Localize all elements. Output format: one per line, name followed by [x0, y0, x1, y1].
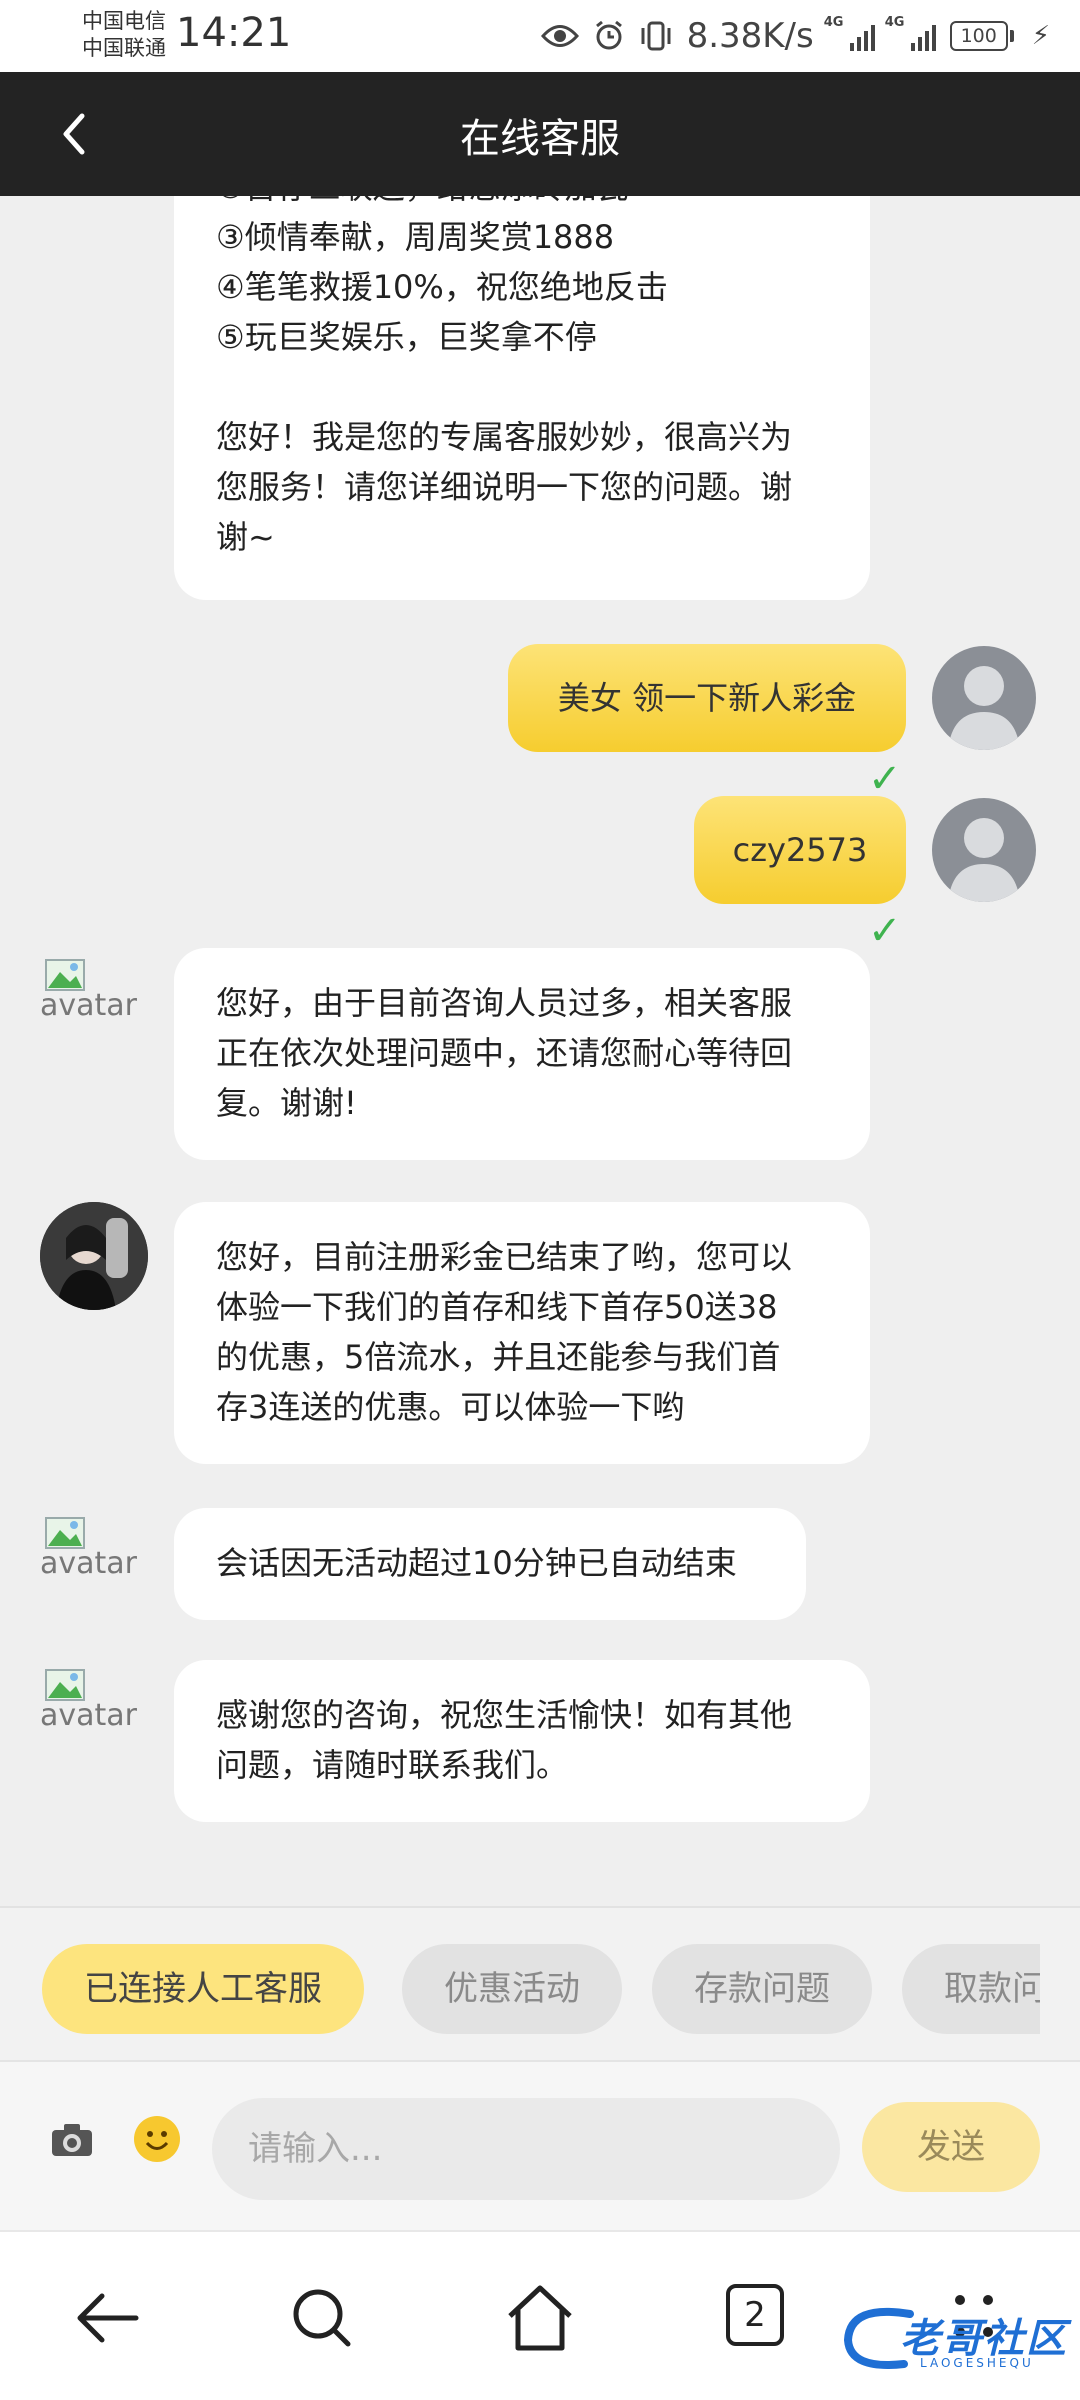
- status-time: 14:21: [176, 10, 292, 56]
- intro-line-7: 您服务！请您详细说明一下您的问题。谢: [216, 468, 793, 506]
- emoji-icon[interactable]: [134, 2116, 180, 2162]
- status-icons: 8.38K/s 4G 4G 100 ⚡: [540, 14, 1050, 58]
- nav-tabs-icon[interactable]: 2: [726, 2284, 784, 2346]
- signal-icon-2: 4G: [885, 15, 936, 51]
- signal-icon: 4G: [824, 15, 875, 51]
- intro-line-8: 谢~: [216, 518, 275, 556]
- bot-avatar-3: avatar: [40, 1662, 138, 1746]
- message-input[interactable]: [212, 2098, 840, 2200]
- signal-label: 4G: [823, 15, 844, 30]
- avatar-alt-text: avatar: [40, 988, 138, 1023]
- bot-message-1: 您好，由于目前咨询人员过多，相关客服 正在依次处理问题中，还请您耐心等待回 复。…: [174, 948, 870, 1160]
- chip-human-agent[interactable]: 已连接人工客服: [42, 1944, 364, 2034]
- agent1-line-1: 您好，目前注册彩金已结束了哟，您可以: [216, 1238, 793, 1276]
- user-message-1: 美女 领一下新人彩金: [508, 644, 906, 752]
- avatar-alt-text: avatar: [40, 1698, 138, 1733]
- bot-avatar-2: avatar: [40, 1510, 138, 1594]
- watermark-subtext: LAOGESHEQU: [920, 2356, 1034, 2370]
- user-message-2: czy2573: [694, 796, 906, 904]
- user-silhouette-icon: [948, 818, 1020, 902]
- quick-reply-bar[interactable]: 已连接人工客服 优惠活动 存款问题 取款问题: [0, 1906, 1080, 2060]
- bot-avatar-1: avatar: [40, 952, 138, 1036]
- send-button[interactable]: 发送: [862, 2102, 1040, 2192]
- carrier-2: 中国联通: [82, 36, 166, 60]
- carrier-1: 中国电信: [82, 9, 166, 33]
- avatar-alt-text: avatar: [40, 1546, 138, 1581]
- chat-area[interactable]: ②首存三联送，给您添砖加瓦 ③倾情奉献，周周奖赏1888 ④笔笔救援10%，祝您…: [0, 196, 1080, 1906]
- intro-line-4: ④笔笔救援10%，祝您绝地反击: [216, 268, 668, 306]
- user-silhouette-icon: [948, 666, 1020, 750]
- bot1-line-2: 正在依次处理问题中，还请您耐心等待回: [216, 1034, 793, 1072]
- alarm-icon: [595, 20, 622, 50]
- carrier-labels: 中国电信 中国联通: [82, 8, 166, 62]
- intro-line-2: ②首存三联送，给您添砖加瓦: [216, 196, 828, 212]
- bot1-line-1: 您好，由于目前咨询人员过多，相关客服: [216, 984, 793, 1022]
- intro-line-6: 您好！我是您的专属客服妙妙，很高兴为: [216, 418, 793, 456]
- battery-level: 100: [949, 21, 1008, 51]
- agent-message-1: 您好，目前注册彩金已结束了哟，您可以 体验一下我们的首存和线下首存50送38 的…: [174, 1202, 870, 1464]
- nav-home-icon[interactable]: [502, 2280, 578, 2356]
- battery-icon: 100: [949, 21, 1014, 51]
- bot3-line-2: 问题，请随时联系我们。: [216, 1746, 569, 1784]
- bot-message-2: 会话因无活动超过10分钟已自动结束: [174, 1508, 806, 1620]
- app-header: 在线客服: [0, 72, 1080, 196]
- chip-fade: [1040, 1908, 1080, 2060]
- nav-back-icon[interactable]: [70, 2280, 146, 2356]
- status-bar: 中国电信 中国联通 14:21 8.38K/s 4G 4G 100 ⚡: [0, 0, 1080, 72]
- chip-promotions[interactable]: 优惠活动: [402, 1944, 622, 2034]
- sent-tick-2: ✓: [868, 908, 902, 954]
- signal-label-2: 4G: [884, 15, 905, 30]
- bot3-line-1: 感谢您的咨询，祝您生活愉快！如有其他: [216, 1696, 793, 1734]
- input-bar: 发送: [0, 2060, 1080, 2230]
- user-avatar-1: [932, 646, 1036, 750]
- bot-message-3: 感谢您的咨询，祝您生活愉快！如有其他 问题，请随时联系我们。: [174, 1660, 870, 1822]
- net-speed: 8.38K/s: [686, 16, 814, 56]
- charging-icon: ⚡: [1031, 21, 1050, 51]
- agent1-line-3: 的优惠，5倍流水，并且还能参与我们首: [216, 1338, 781, 1376]
- page-title: 在线客服: [460, 116, 620, 162]
- intro-line-3: ③倾情奉献，周周奖赏1888: [216, 218, 615, 256]
- eye-icon: [540, 25, 579, 47]
- vibrate-icon: [641, 21, 671, 51]
- bot2-line-1: 会话因无活动超过10分钟已自动结束: [216, 1544, 737, 1582]
- nav-search-icon[interactable]: [284, 2280, 360, 2356]
- user-avatar-2: [932, 798, 1036, 902]
- message-bubble-intro: ②首存三联送，给您添砖加瓦 ③倾情奉献，周周奖赏1888 ④笔笔救援10%，祝您…: [174, 196, 870, 600]
- intro-line-5: ⑤玩巨奖娱乐，巨奖拿不停: [216, 318, 597, 356]
- watermark-logo: 老哥社区 LAOGESHEQU: [840, 2300, 1070, 2380]
- bot1-line-3: 复。谢谢!: [216, 1084, 357, 1122]
- agent-photo-image: [40, 1202, 148, 1310]
- agent1-line-4: 存3连送的优惠。可以体验一下哟: [216, 1388, 685, 1426]
- chip-deposit[interactable]: 存款问题: [652, 1944, 872, 2034]
- agent-avatar: [40, 1202, 148, 1310]
- agent1-line-2: 体验一下我们的首存和线下首存50送38: [216, 1288, 778, 1326]
- camera-icon[interactable]: [50, 2120, 94, 2160]
